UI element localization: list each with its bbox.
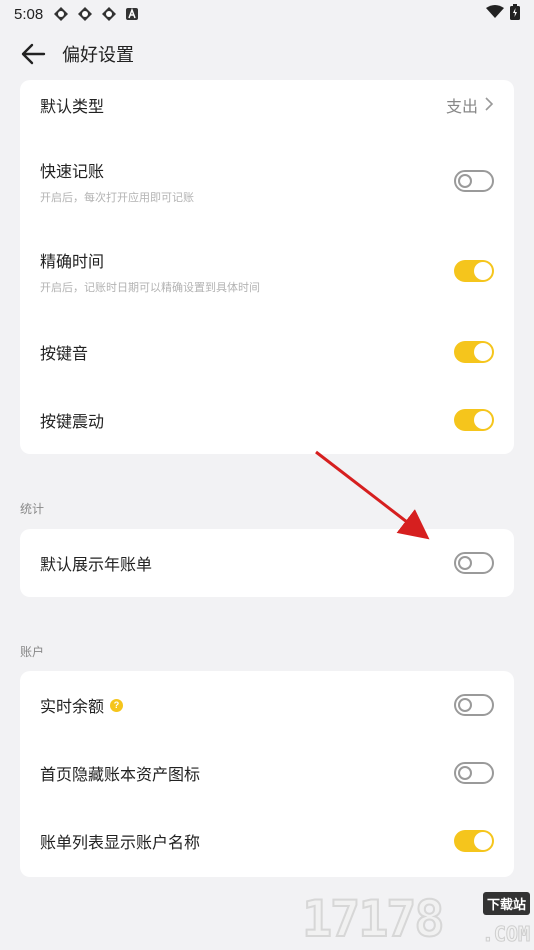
account-section-title: 账户 <box>20 645 45 659</box>
key-sound-row: 按键音 <box>20 324 514 380</box>
key-vibration-row: 按键震动 <box>20 392 514 448</box>
quick-entry-subtitle: 开启后，每次打开应用即可记账 <box>40 190 194 204</box>
battery-icon <box>510 4 520 24</box>
default-type-value: 支出 <box>445 97 478 116</box>
precise-time-row: 精确时间 开启后，记账时日期可以精确设置到具体时间 <box>20 234 514 308</box>
show-account-name-label: 账单列表显示账户名称 <box>40 833 201 852</box>
default-type-row[interactable]: 默认类型 支出 <box>20 80 514 130</box>
quick-entry-toggle[interactable] <box>454 170 494 192</box>
realtime-balance-label: 实时余额 <box>40 697 105 716</box>
key-vibration-toggle[interactable] <box>454 409 494 431</box>
wifi-icon <box>486 5 504 23</box>
precise-time-toggle[interactable] <box>454 260 494 282</box>
arrow-left-icon[interactable] <box>18 39 48 69</box>
help-icon[interactable]: ? <box>110 698 124 712</box>
stats-section-title: 统计 <box>20 502 45 516</box>
app-bar: 偏好设置 <box>0 28 534 80</box>
realtime-balance-row: 实时余额 ? <box>20 671 514 739</box>
show-yearly-bill-label: 默认展示年账单 <box>40 555 153 574</box>
general-settings-card: 默认类型 支出 快速记账 开启后，每次打开应用即可记账 精确时间 开启后，记账时… <box>20 80 514 454</box>
hide-asset-icon-row: 首页隐藏账本资产图标 <box>20 739 514 807</box>
status-time: 5:08 <box>14 5 44 23</box>
watermark-com: .COM <box>481 922 530 947</box>
quick-entry-label: 快速记账 <box>40 161 105 181</box>
key-sound-label: 按键音 <box>40 344 89 363</box>
quick-entry-row: 快速记账 开启后，每次打开应用即可记账 <box>20 144 514 218</box>
key-sound-toggle[interactable] <box>454 341 494 363</box>
key-vibration-label: 按键震动 <box>40 412 105 431</box>
a-icon <box>125 7 139 21</box>
show-account-name-toggle[interactable] <box>454 830 494 852</box>
chevron-right-icon <box>484 96 494 115</box>
hide-asset-icon-toggle[interactable] <box>454 762 494 784</box>
stats-settings-card: 默认展示年账单 <box>20 529 514 597</box>
watermark-digits: 17178 <box>301 889 446 949</box>
app-icon <box>77 6 93 22</box>
precise-time-subtitle: 开启后，记账时日期可以精确设置到具体时间 <box>40 280 260 294</box>
show-yearly-bill-toggle[interactable] <box>454 552 494 574</box>
status-bar: 5:08 <box>0 0 534 28</box>
app-icon <box>101 6 117 22</box>
page-title: 偏好设置 <box>62 45 134 66</box>
watermark-site: 下载站 <box>482 892 530 915</box>
hide-asset-icon-label: 首页隐藏账本资产图标 <box>40 765 201 784</box>
app-icon <box>53 6 69 22</box>
default-type-label: 默认类型 <box>40 97 105 116</box>
account-settings-card: 实时余额 ? 首页隐藏账本资产图标 账单列表显示账户名称 <box>20 671 514 877</box>
show-account-name-row: 账单列表显示账户名称 <box>20 807 514 875</box>
precise-time-label: 精确时间 <box>40 251 105 271</box>
show-yearly-bill-row: 默认展示年账单 <box>20 529 514 597</box>
watermark-logo: 17178 下载站 .COM <box>301 889 530 949</box>
realtime-balance-toggle[interactable] <box>454 694 494 716</box>
